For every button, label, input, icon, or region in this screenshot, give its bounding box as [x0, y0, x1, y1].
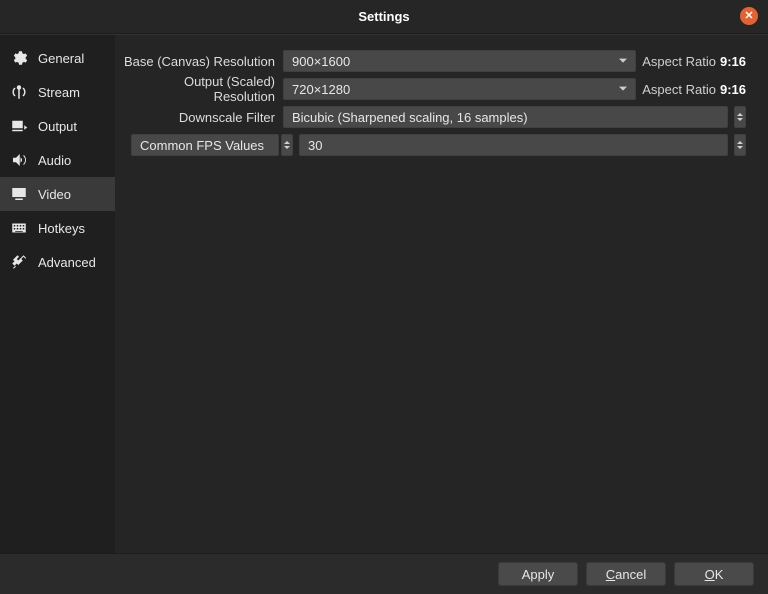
sidebar-item-label: Advanced [38, 255, 96, 270]
row-output-resolution: Output (Scaled) Resolution 720×1280 Aspe… [123, 77, 746, 101]
fps-value-stepper[interactable] [734, 134, 746, 156]
output-resolution-label: Output (Scaled) Resolution [123, 74, 283, 104]
sidebar-item-label: General [38, 51, 84, 66]
gear-icon [8, 47, 30, 69]
close-icon: ✕ [744, 11, 753, 22]
sidebar-item-label: Stream [38, 85, 80, 100]
close-button[interactable]: ✕ [740, 7, 758, 25]
base-resolution-label: Base (Canvas) Resolution [123, 54, 283, 69]
base-resolution-combo[interactable]: 900×1600 [283, 50, 636, 72]
sidebar: General Stream Output Audio Video [0, 35, 115, 553]
monitor-icon [8, 183, 30, 205]
sidebar-item-label: Output [38, 119, 77, 134]
downscale-filter-stepper[interactable] [734, 106, 746, 128]
dialog-body: General Stream Output Audio Video [0, 34, 768, 554]
row-base-resolution: Base (Canvas) Resolution 900×1600 Aspect… [123, 49, 746, 73]
aspect-ratio-label: Aspect Ratio [642, 82, 716, 97]
apply-button[interactable]: Apply [498, 562, 578, 586]
dialog-footer: Apply Cancel OK [0, 554, 768, 594]
row-downscale-filter: Downscale Filter Bicubic (Sharpened scal… [123, 105, 746, 129]
sidebar-item-video[interactable]: Video [0, 177, 115, 211]
aspect-ratio-value: 9:16 [720, 82, 746, 97]
antenna-icon [8, 81, 30, 103]
base-resolution-value: 900×1600 [292, 54, 350, 69]
sidebar-item-hotkeys[interactable]: Hotkeys [0, 211, 115, 245]
fps-value: 30 [308, 138, 322, 153]
base-aspect-ratio: Aspect Ratio 9:16 [642, 54, 746, 69]
downscale-filter-label: Downscale Filter [123, 110, 283, 125]
apply-label: Apply [522, 567, 555, 582]
titlebar: Settings ✕ [0, 0, 768, 34]
sidebar-item-audio[interactable]: Audio [0, 143, 115, 177]
sidebar-item-general[interactable]: General [0, 41, 115, 75]
sidebar-item-advanced[interactable]: Advanced [0, 245, 115, 279]
output-icon [8, 115, 30, 137]
fps-mode-value: Common FPS Values [140, 138, 264, 153]
aspect-ratio-value: 9:16 [720, 54, 746, 69]
output-resolution-combo[interactable]: 720×1280 [283, 78, 636, 100]
tools-icon [8, 251, 30, 273]
video-settings-panel: Base (Canvas) Resolution 900×1600 Aspect… [115, 35, 768, 553]
ok-button[interactable]: OK [674, 562, 754, 586]
output-aspect-ratio: Aspect Ratio 9:16 [642, 82, 746, 97]
sidebar-item-label: Video [38, 187, 71, 202]
window-title: Settings [358, 9, 409, 24]
cancel-button[interactable]: Cancel [586, 562, 666, 586]
fps-mode-select[interactable]: Common FPS Values [131, 134, 279, 156]
downscale-filter-value: Bicubic (Sharpened scaling, 16 samples) [292, 110, 528, 125]
speaker-icon [8, 149, 30, 171]
sidebar-item-label: Audio [38, 153, 71, 168]
row-fps: Common FPS Values 30 [123, 133, 746, 157]
sidebar-item-output[interactable]: Output [0, 109, 115, 143]
sidebar-item-label: Hotkeys [38, 221, 85, 236]
fps-value-select[interactable]: 30 [299, 134, 728, 156]
fps-mode-stepper[interactable] [281, 134, 293, 156]
keyboard-icon [8, 217, 30, 239]
sidebar-item-stream[interactable]: Stream [0, 75, 115, 109]
downscale-filter-select[interactable]: Bicubic (Sharpened scaling, 16 samples) [283, 106, 728, 128]
aspect-ratio-label: Aspect Ratio [642, 54, 716, 69]
output-resolution-value: 720×1280 [292, 82, 350, 97]
